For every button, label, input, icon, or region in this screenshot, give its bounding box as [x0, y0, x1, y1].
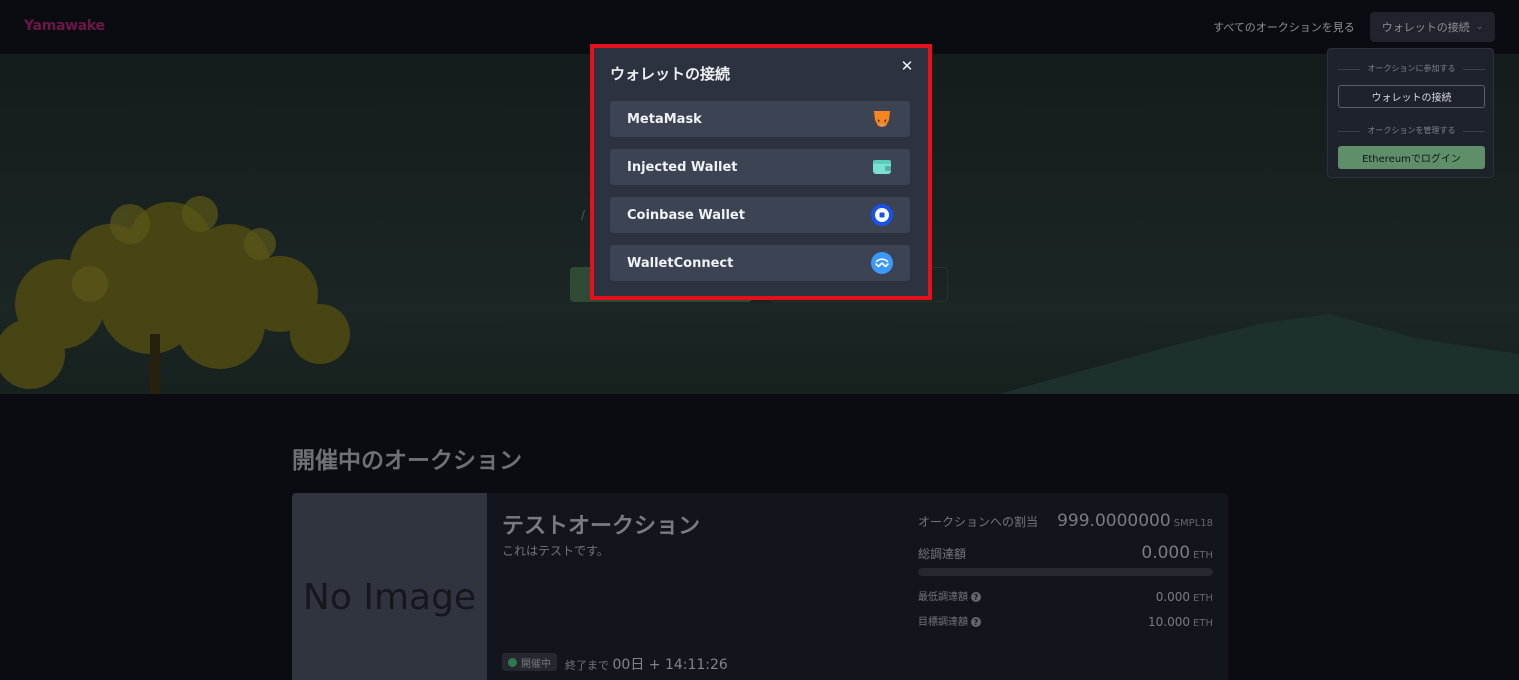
wallet-option-label: MetaMask [627, 111, 702, 127]
auction-thumbnail: No Image [292, 493, 487, 680]
help-icon[interactable]: ? [971, 592, 981, 602]
target-raise-unit: ETH [1193, 618, 1213, 629]
wallet-option-coinbase[interactable]: Coinbase Wallet [610, 197, 910, 233]
wallet-option-injected[interactable]: Injected Wallet [610, 149, 910, 185]
raise-progress-bar [918, 568, 1213, 576]
join-group-label: オークションに参加する [1338, 63, 1485, 74]
mountain-illustration-icon [999, 314, 1519, 394]
auction-description: これはテストです。 [502, 544, 609, 558]
min-raise-label: 最低調達額 [918, 592, 968, 603]
total-raised-label: 総調達額 [918, 547, 967, 561]
all-auctions-link[interactable]: すべてのオークションを見る [1213, 19, 1355, 35]
auction-title[interactable]: テストオークション [502, 508, 700, 540]
help-icon[interactable]: ? [971, 617, 981, 627]
min-raise-value: 0.000 [1155, 590, 1191, 604]
min-raise-unit: ETH [1193, 593, 1213, 604]
section-title: 開催中のオークション [292, 448, 522, 474]
total-raised-value: 0.000 [1141, 543, 1191, 563]
no-image-label: No Image [302, 576, 477, 618]
dropdown-connect-wallet-button[interactable]: ウォレットの接続 [1338, 85, 1485, 108]
manage-group-label: オークションを管理する [1338, 125, 1485, 136]
walletconnect-icon [871, 252, 893, 274]
allocation-label: オークションへの割当 [918, 515, 1039, 529]
countdown-prefix: 終了まで [565, 659, 609, 672]
status-badge: 開催中 [502, 653, 557, 671]
status-label: 開催中 [521, 658, 551, 670]
logo[interactable]: Yamawake [24, 18, 105, 34]
allocation-unit: SMPL18 [1173, 518, 1213, 529]
target-raise-row: 目標調達額? 10.000 ETH [918, 611, 1213, 630]
wallet-icon [871, 156, 893, 178]
allocation-value: 999.0000000 [1057, 511, 1171, 531]
chevron-down-icon: ⌄ [1475, 22, 1484, 32]
wallet-option-label: Injected Wallet [627, 159, 738, 175]
status-dot-icon [508, 657, 517, 667]
wallet-dropdown-menu: オークションに参加する ウォレットの接続 オークションを管理する Ethereu… [1327, 48, 1494, 178]
wallet-option-metamask[interactable]: MetaMask [610, 101, 910, 137]
total-raised-row: 総調達額 0.000 ETH [918, 543, 1213, 563]
wallet-option-label: Coinbase Wallet [627, 207, 745, 223]
connect-wallet-modal: ウォレットの接続 ✕ MetaMask Injected Wallet Coin… [594, 48, 928, 296]
connect-wallet-button[interactable]: ウォレットの接続 ⌄ [1370, 12, 1495, 42]
connect-wallet-label: ウォレットの接続 [1381, 21, 1470, 34]
wallet-option-walletconnect[interactable]: WalletConnect [610, 245, 910, 281]
metamask-fox-icon [871, 108, 893, 130]
ethereum-login-button[interactable]: Ethereumでログイン [1338, 146, 1485, 169]
coinbase-icon [871, 204, 893, 226]
close-icon[interactable]: ✕ [898, 57, 916, 75]
countdown: 終了まで 00日 + 14:11:26 [565, 654, 728, 674]
allocation-row: オークションへの割当 999.0000000 SMPL18 [918, 511, 1213, 531]
total-raised-unit: ETH [1193, 550, 1213, 561]
countdown-value: 00日 + 14:11:26 [612, 657, 728, 673]
modal-title: ウォレットの接続 [610, 65, 731, 83]
min-raise-row: 最低調達額? 0.000 ETH [918, 586, 1213, 605]
app-header: Yamawake すべてのオークションを見る ウォレットの接続 ⌄ [0, 0, 1519, 54]
auction-stats: オークションへの割当 999.0000000 SMPL18 総調達額 0.000 E… [918, 511, 1213, 630]
hero-text-fragment: / [581, 208, 586, 222]
target-raise-label: 目標調達額 [918, 617, 968, 628]
target-raise-value: 10.000 [1148, 615, 1191, 629]
auction-card[interactable]: No Image テストオークション これはテストです。 開催中 終了まで 00… [292, 493, 1228, 680]
tree-illustration-icon [0, 196, 350, 394]
wallet-option-label: WalletConnect [627, 255, 734, 271]
